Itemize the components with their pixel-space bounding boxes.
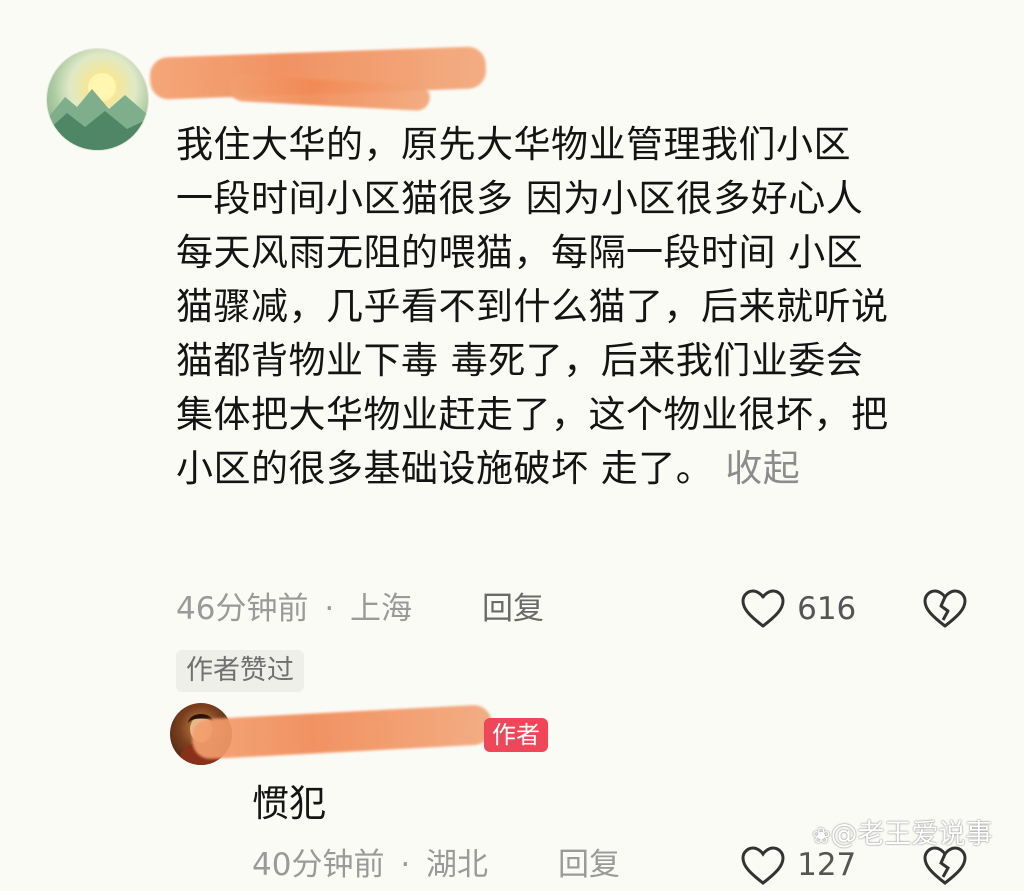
reply-reply-button[interactable]: 回复 <box>558 845 620 885</box>
watermark-name: 老王爱说事 <box>857 819 993 850</box>
broken-heart-icon <box>923 846 967 885</box>
mountain-landscape-icon <box>47 73 148 150</box>
author-liked-badge: 作者赞过 <box>176 650 304 692</box>
comment-line: 小区的很多基础设施破坏 走了。 <box>176 447 714 490</box>
reply-text: 惯犯 <box>252 782 326 825</box>
reply-meta: 40分钟前 · 湖北 <box>252 845 488 885</box>
heart-icon <box>741 846 785 885</box>
watermark-logo-icon: ❀ <box>812 824 831 849</box>
comment-line: 猫都背物业下毒 毒死了，后来我们业委会 <box>176 339 864 382</box>
reply-dislike-button[interactable] <box>922 845 968 891</box>
broken-heart-icon <box>923 589 967 628</box>
redacted-reply-username <box>191 704 493 760</box>
watermark-text: @ <box>830 819 858 850</box>
watermark: ❀@老王爱说事 <box>812 812 992 851</box>
comment-line: 一段时间小区猫很多 因为小区很多好心人 <box>176 177 864 220</box>
comment-line: 我住大华的，原先大华物业管理我们小区 <box>176 123 851 166</box>
comment-last-line: 小区的很多基础设施破坏 走了。 收起 <box>176 442 996 496</box>
reply-time: 40分钟前 <box>252 847 385 883</box>
reply-location: 湖北 <box>426 847 489 883</box>
collapse-button[interactable]: 收起 <box>725 447 800 490</box>
reply-like-count: 127 <box>797 847 857 883</box>
dislike-button[interactable] <box>922 588 968 634</box>
heart-icon <box>741 589 785 628</box>
comment-body: 我住大华的，原先大华物业管理我们小区 一段时间小区猫很多 因为小区很多好心人 每… <box>176 118 996 496</box>
commenter-avatar[interactable] <box>46 48 149 151</box>
author-tag: 作者 <box>484 718 548 752</box>
comment-line: 集体把大华物业赶走了，这个物业很坏，把 <box>176 393 889 436</box>
like-button[interactable]: 616 <box>740 588 856 630</box>
comment-line: 猫骤减，几乎看不到什么猫了，后来就听说 <box>176 285 889 328</box>
meta-separator: · <box>400 847 411 883</box>
like-count: 616 <box>797 591 857 627</box>
reply-button[interactable]: 回复 <box>482 588 544 630</box>
comment-line: 每天风雨无阻的喂猫，每隔一段时间 小区 <box>176 231 864 274</box>
comment-time: 46分钟前 <box>176 591 309 627</box>
reply-like-button[interactable]: 127 <box>740 845 856 887</box>
comment-meta: 46分钟前 · 上海 <box>176 588 412 630</box>
comment-location: 上海 <box>350 591 413 627</box>
meta-separator: · <box>324 591 335 627</box>
